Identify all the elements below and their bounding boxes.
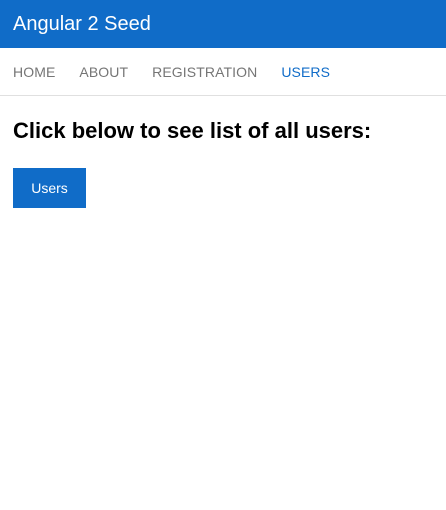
app-toolbar: Angular 2 Seed: [0, 0, 446, 48]
main-content: Click below to see list of all users: Us…: [0, 118, 446, 208]
nav-item-about[interactable]: ABOUT: [79, 64, 128, 80]
main-nav: HOME ABOUT REGISTRATION USERS: [0, 48, 446, 96]
users-button[interactable]: Users: [13, 168, 86, 208]
nav-item-home[interactable]: HOME: [13, 64, 55, 80]
nav-item-registration[interactable]: REGISTRATION: [152, 64, 257, 80]
nav-item-users[interactable]: USERS: [281, 64, 330, 80]
app-title: Angular 2 Seed: [13, 12, 151, 35]
page-heading: Click below to see list of all users:: [13, 118, 372, 143]
